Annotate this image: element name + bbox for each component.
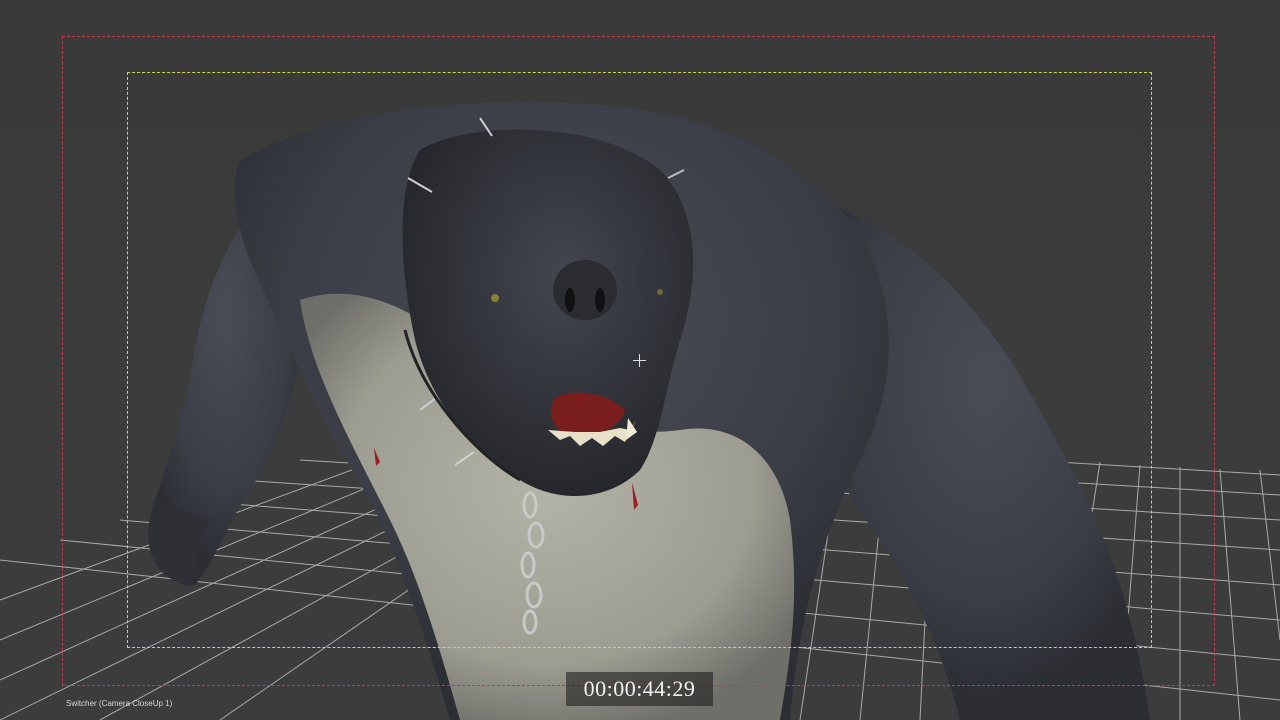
3d-viewport[interactable]: 00:00:44:29 Switcher (Camera CloseUp 1) [0, 0, 1280, 720]
timecode-display: 00:00:44:29 [566, 672, 713, 706]
crosshair-icon [633, 354, 646, 367]
switcher-camera-label: Switcher (Camera CloseUp 1) [66, 699, 173, 708]
